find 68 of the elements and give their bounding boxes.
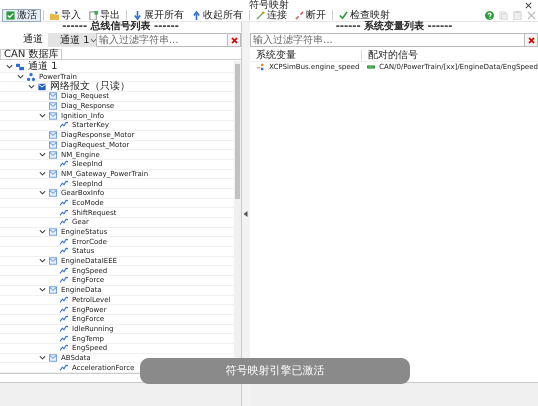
caret-icon[interactable] <box>39 258 46 264</box>
close-icon <box>528 36 534 44</box>
column-header: 配对的信号 <box>367 50 418 61</box>
help-icon[interactable] <box>485 10 494 20</box>
clear-button[interactable] <box>228 33 242 47</box>
envelope-icon <box>37 82 47 91</box>
signal-icon <box>59 296 69 304</box>
tree-item[interactable]: 通道 1 <box>28 61 58 74</box>
caret-icon[interactable] <box>39 354 46 361</box>
caret-icon[interactable] <box>17 74 24 80</box>
signal-icon <box>59 247 69 256</box>
caret-icon[interactable] <box>28 84 35 90</box>
network-icon <box>26 73 36 82</box>
checkbox-icon <box>6 10 15 20</box>
toolbar-button[interactable]: 断开 <box>291 8 330 22</box>
up-arrow-icon <box>192 10 201 20</box>
toolbar-button[interactable]: 导入 <box>46 8 85 22</box>
signal-icon <box>59 266 69 275</box>
signal-icon <box>59 324 69 333</box>
toolbar-button[interactable]: 检查映射 <box>335 8 394 22</box>
signal-icon <box>59 364 69 372</box>
variable-icon <box>256 63 266 71</box>
caret-icon[interactable] <box>39 287 46 294</box>
clear-button[interactable] <box>525 33 538 47</box>
down-arrow-icon <box>133 10 142 20</box>
toolbar-button[interactable]: 导出 <box>85 8 124 22</box>
signal-icon <box>59 160 69 168</box>
filter-field[interactable]: 输入过滤字符串... <box>250 33 525 47</box>
column-header: 系统变量 <box>250 50 362 61</box>
collapse-arrow-icon <box>242 211 249 217</box>
close-icon <box>230 36 238 44</box>
signal-icon <box>59 180 69 188</box>
signal-icon <box>59 315 69 324</box>
toolbar-button[interactable]: 展开所有 <box>129 8 188 22</box>
caret-icon[interactable] <box>39 190 46 196</box>
filter-field[interactable]: 输入过滤字符串... <box>96 33 228 47</box>
caret-icon[interactable] <box>39 170 46 177</box>
document-icon <box>89 10 98 20</box>
panel-title: ------ 总线信号列表 ------ <box>61 22 180 32</box>
status-toast: 符号映射引擎已激活 <box>140 358 410 384</box>
toolbar-button[interactable]: 激活 <box>2 8 41 22</box>
checkmark-icon <box>339 10 348 20</box>
signal-icon <box>59 306 69 314</box>
signal-icon <box>59 334 69 343</box>
can-icon <box>366 63 376 71</box>
signal-icon <box>59 218 69 226</box>
folder-icon <box>50 10 59 20</box>
close-icon[interactable] <box>525 2 532 9</box>
signal-icon <box>59 276 69 284</box>
window-title: 符号映射 <box>249 1 289 9</box>
caret-icon[interactable] <box>39 152 46 158</box>
signal-icon <box>59 344 69 352</box>
signal-icon <box>59 238 69 246</box>
channel-icon <box>15 63 25 72</box>
database-tab[interactable]: CAN 数据库 <box>0 49 62 59</box>
signal-icon <box>59 198 69 207</box>
channel-dropdown[interactable]: 通道 1 <box>48 33 96 47</box>
tree-item[interactable]: 网络报文（只读） <box>50 80 130 93</box>
plug-icon <box>256 10 265 20</box>
toolbar-button[interactable]: 连接 <box>252 8 291 22</box>
channel-label: 通道 <box>22 35 44 45</box>
signal-icon <box>59 208 69 217</box>
caret-icon[interactable] <box>39 229 46 236</box>
unplug-icon <box>295 10 304 20</box>
toolbar-button[interactable]: 收起所有 <box>188 8 247 22</box>
caret-icon[interactable] <box>39 112 46 119</box>
caret-icon[interactable] <box>6 64 13 70</box>
signal-icon <box>59 121 69 130</box>
